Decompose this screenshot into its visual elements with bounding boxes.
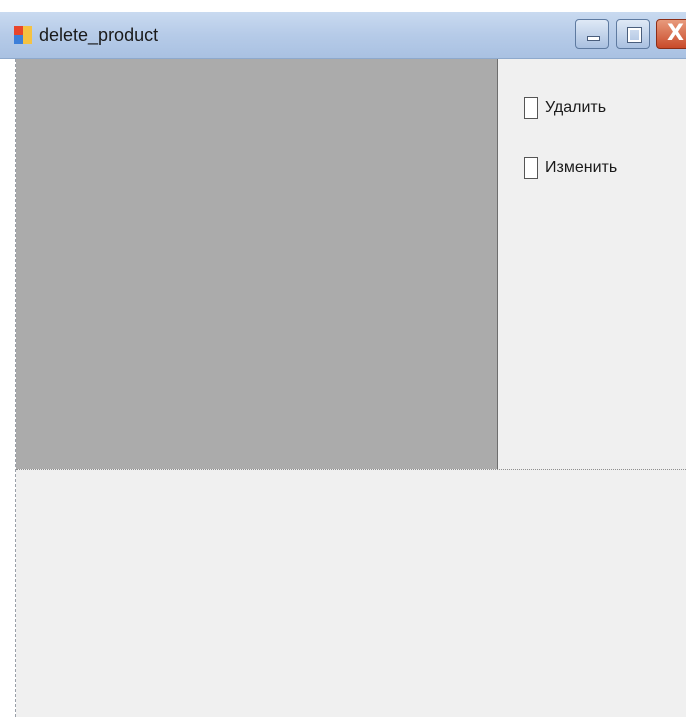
maximize-icon <box>627 27 642 43</box>
panel-divider <box>16 469 686 470</box>
title-bar[interactable]: delete_product X <box>0 12 686 59</box>
edit-checkbox-label[interactable]: Изменить <box>545 159 617 177</box>
maximize-button[interactable] <box>616 19 650 49</box>
form-left-margin <box>0 59 16 717</box>
minimize-icon <box>587 36 600 41</box>
edit-checkbox[interactable] <box>524 157 538 179</box>
delete-checkbox[interactable] <box>524 97 538 119</box>
close-button[interactable]: X <box>656 19 686 49</box>
app-icon <box>14 26 32 44</box>
close-icon: X <box>667 21 684 46</box>
minimize-button[interactable] <box>575 19 609 49</box>
app-window: delete_product X Удалить Изменить <box>0 0 686 717</box>
data-grid-view[interactable] <box>16 59 498 469</box>
delete-checkbox-label[interactable]: Удалить <box>545 99 606 117</box>
window-title: delete_product <box>39 25 159 45</box>
